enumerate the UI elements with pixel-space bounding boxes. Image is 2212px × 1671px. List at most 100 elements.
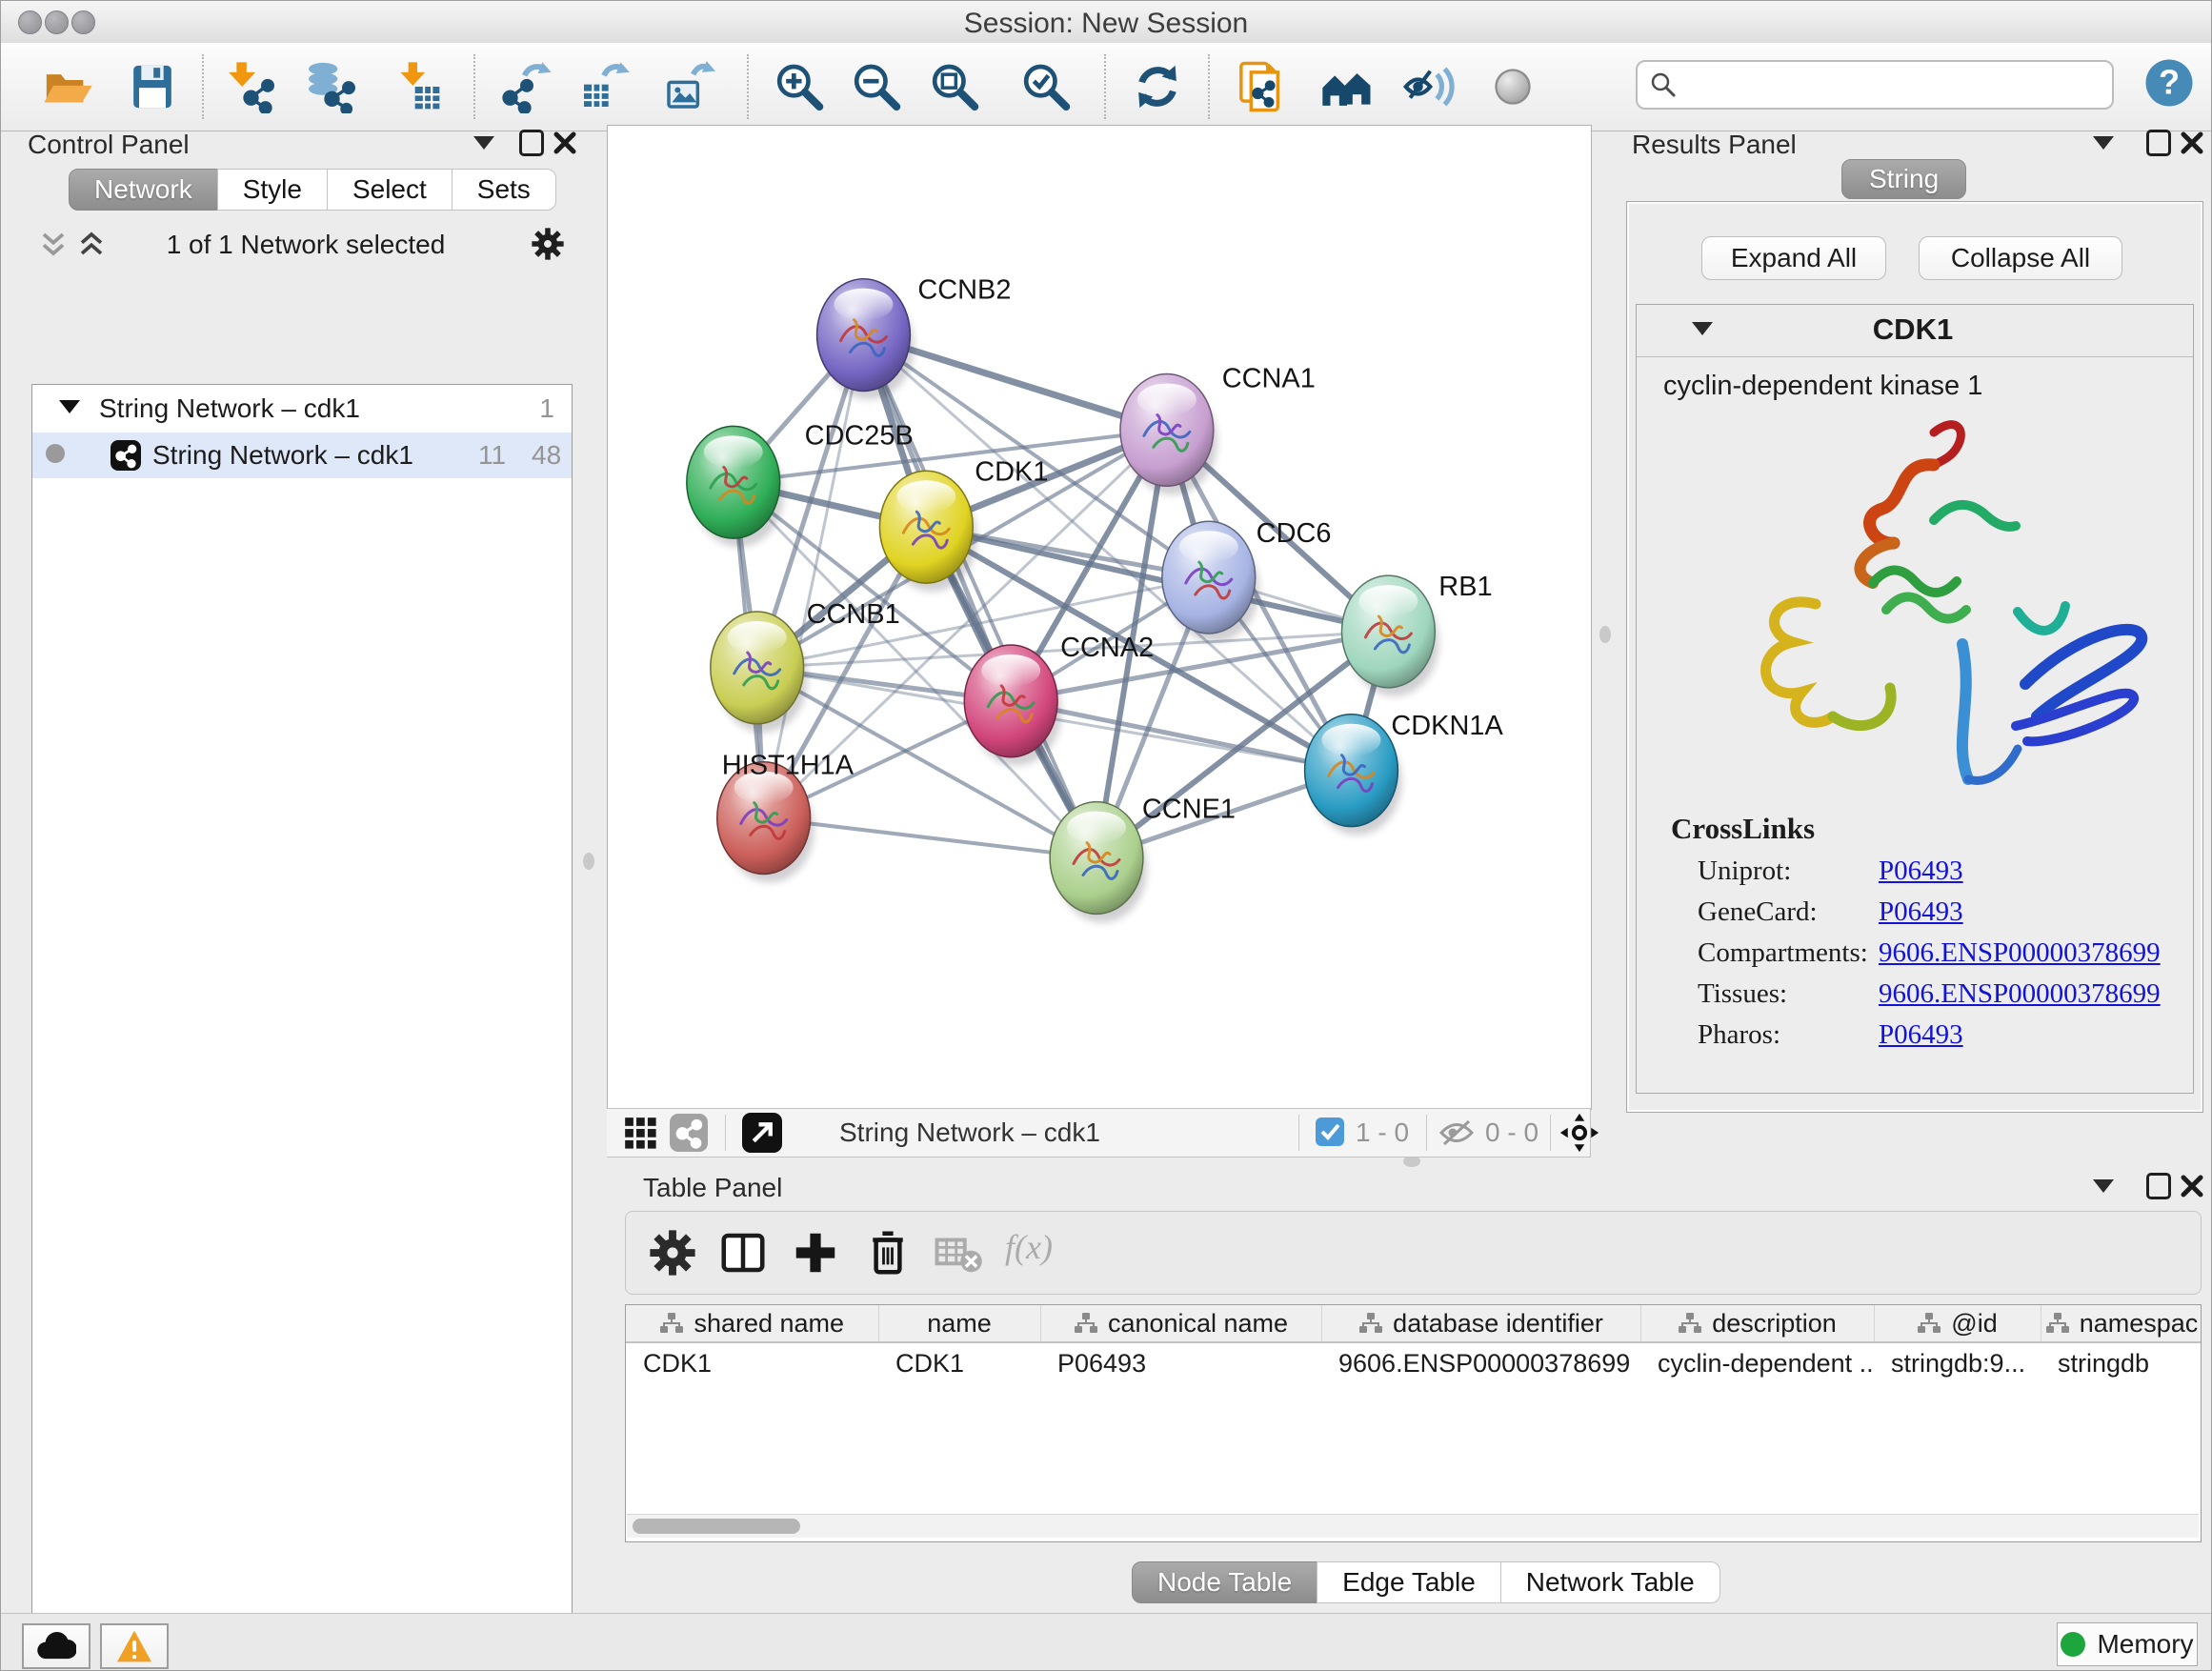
- grid-view-icon[interactable]: [622, 1115, 658, 1151]
- column-header-shared-name[interactable]: shared name: [626, 1305, 878, 1342]
- tab-node-table[interactable]: Node Table: [1132, 1561, 1317, 1603]
- panel-menu-icon[interactable]: [2093, 1179, 2114, 1193]
- crosslink-link[interactable]: 9606.ENSP00000378699: [1879, 978, 2161, 1010]
- warnings-button[interactable]: [100, 1623, 169, 1669]
- table-row[interactable]: CDK1CDK1P064939606.ENSP00000378699cyclin…: [626, 1342, 2202, 1383]
- table-cell[interactable]: cyclin-dependent ...: [1640, 1342, 1874, 1383]
- import-table-icon[interactable]: [391, 60, 444, 113]
- tab-network[interactable]: Network: [69, 169, 218, 211]
- selected-checkbox-icon[interactable]: [1316, 1117, 1344, 1146]
- tab-select[interactable]: Select: [327, 169, 452, 211]
- open-session-icon[interactable]: [41, 60, 94, 113]
- tab-string[interactable]: String: [1841, 159, 1966, 199]
- expand-all-button[interactable]: Expand All: [1701, 236, 1886, 280]
- export-image-icon[interactable]: [662, 60, 715, 113]
- crosslink-link[interactable]: 9606.ENSP00000378699: [1879, 937, 2161, 969]
- add-column-icon[interactable]: [790, 1227, 841, 1278]
- column-header-name[interactable]: name: [878, 1305, 1040, 1342]
- show-columns-icon[interactable]: [717, 1227, 769, 1278]
- network-collection-row[interactable]: String Network – cdk1 1: [32, 385, 572, 433]
- table-cell[interactable]: stringdb:9...: [1874, 1342, 2041, 1383]
- network-canvas[interactable]: CCNB2 CCNA1 CDC25B: [607, 125, 1592, 1110]
- collapse-all-icon[interactable]: [39, 230, 68, 258]
- column-header-canonical-name[interactable]: canonical name: [1040, 1305, 1321, 1342]
- table-cell[interactable]: stringdb: [2041, 1342, 2202, 1383]
- function-builder-icon[interactable]: f(x): [1005, 1227, 1053, 1267]
- table-cell[interactable]: 9606.ENSP00000378699: [1321, 1342, 1640, 1383]
- fit-content-crosshair-icon[interactable]: [1559, 1113, 1599, 1153]
- network-edge[interactable]: [1011, 701, 1351, 771]
- clear-table-icon[interactable]: [933, 1227, 984, 1278]
- cdk1-section-header[interactable]: CDK1: [1637, 305, 2193, 357]
- zoom-selected-icon[interactable]: [1018, 60, 1072, 113]
- table-cell[interactable]: CDK1: [878, 1342, 1040, 1383]
- search-field[interactable]: [1636, 60, 2114, 110]
- delete-column-icon[interactable]: [862, 1227, 914, 1278]
- network-edge[interactable]: [863, 335, 1096, 858]
- table-cell[interactable]: CDK1: [626, 1342, 878, 1383]
- network-label: String Network – cdk1: [152, 440, 413, 471]
- search-input[interactable]: [1687, 66, 2101, 102]
- network-node-CDK1[interactable]: CDK1: [879, 456, 1048, 592]
- cloud-status-button[interactable]: [22, 1623, 90, 1669]
- table-cell[interactable]: P06493: [1040, 1342, 1321, 1383]
- import-network-file-icon[interactable]: [221, 60, 274, 113]
- memory-label: Memory: [2097, 1629, 2193, 1660]
- network-node-HIST1H1A[interactable]: HIST1H1A: [717, 751, 855, 883]
- clone-network-file-icon[interactable]: [1236, 60, 1289, 113]
- help-icon[interactable]: ?: [2142, 56, 2196, 110]
- export-network-icon[interactable]: [500, 60, 553, 113]
- memory-button[interactable]: Memory: [2057, 1622, 2198, 1666]
- detach-view-icon[interactable]: [742, 1113, 782, 1153]
- close-panel-icon[interactable]: [553, 131, 576, 154]
- collection-label: String Network – cdk1: [99, 393, 360, 424]
- zoom-out-icon[interactable]: [849, 60, 902, 113]
- column-header-description[interactable]: description: [1640, 1305, 1874, 1342]
- scrollbar-thumb[interactable]: [633, 1519, 800, 1534]
- expand-all-icon[interactable]: [77, 230, 106, 258]
- crosslink-link[interactable]: P06493: [1879, 856, 1963, 887]
- section-collapse-icon[interactable]: [1692, 322, 1713, 335]
- column-header--id[interactable]: @id: [1874, 1305, 2041, 1342]
- tab-style[interactable]: Style: [217, 169, 328, 211]
- network-edge[interactable]: [764, 335, 864, 818]
- table-horizontal-scrollbar[interactable]: [627, 1514, 2199, 1538]
- right-splitter-handle[interactable]: [1599, 626, 1611, 643]
- close-panel-icon[interactable]: [2181, 131, 2203, 154]
- birdseye-toggle-icon[interactable]: [1486, 60, 1539, 113]
- home-view-icon[interactable]: [1320, 60, 1374, 113]
- panel-menu-icon[interactable]: [473, 136, 494, 150]
- zoom-fit-icon[interactable]: [927, 60, 980, 113]
- show-hide-annotations-icon[interactable]: [1401, 60, 1455, 113]
- crosslink-link[interactable]: P06493: [1879, 1019, 1963, 1051]
- network-node-CDKN1A[interactable]: CDKN1A: [1305, 711, 1504, 836]
- cytoscape-window: Session: New Session: [0, 0, 2212, 1671]
- network-node-CDC6[interactable]: CDC6: [1162, 518, 1332, 642]
- network-node-CCNE1[interactable]: CCNE1: [1050, 795, 1236, 923]
- crosslink-label: Pharos:: [1698, 1019, 1879, 1051]
- refresh-icon[interactable]: [1131, 60, 1184, 113]
- tab-network-table[interactable]: Network Table: [1500, 1561, 1720, 1603]
- tab-edge-table[interactable]: Edge Table: [1317, 1561, 1501, 1603]
- zoom-in-icon[interactable]: [772, 60, 825, 113]
- network-node-RB1[interactable]: RB1: [1342, 572, 1493, 696]
- network-row-selected[interactable]: String Network – cdk1 11 48: [32, 433, 572, 478]
- column-header-namespac[interactable]: namespac: [2041, 1305, 2202, 1342]
- collapse-all-button[interactable]: Collapse All: [1919, 236, 2122, 280]
- crosslink-link[interactable]: P06493: [1879, 896, 1963, 928]
- save-session-icon[interactable]: [126, 60, 179, 113]
- float-panel-icon[interactable]: [2146, 1173, 2171, 1199]
- tab-sets[interactable]: Sets: [452, 169, 556, 211]
- left-splitter-handle[interactable]: [583, 853, 594, 870]
- panel-menu-icon[interactable]: [2093, 136, 2114, 150]
- network-options-gear-icon[interactable]: [530, 226, 566, 262]
- float-panel-icon[interactable]: [519, 130, 544, 156]
- column-header-database-identifier[interactable]: database identifier: [1321, 1305, 1640, 1342]
- float-panel-icon[interactable]: [2146, 130, 2171, 156]
- birdseye-view-icon[interactable]: [670, 1114, 708, 1152]
- export-table-icon[interactable]: [577, 60, 631, 113]
- tree-expand-icon[interactable]: [59, 400, 80, 413]
- table-gear-icon[interactable]: [647, 1227, 698, 1278]
- import-network-database-icon[interactable]: [302, 60, 355, 113]
- close-panel-icon[interactable]: [2181, 1175, 2203, 1198]
